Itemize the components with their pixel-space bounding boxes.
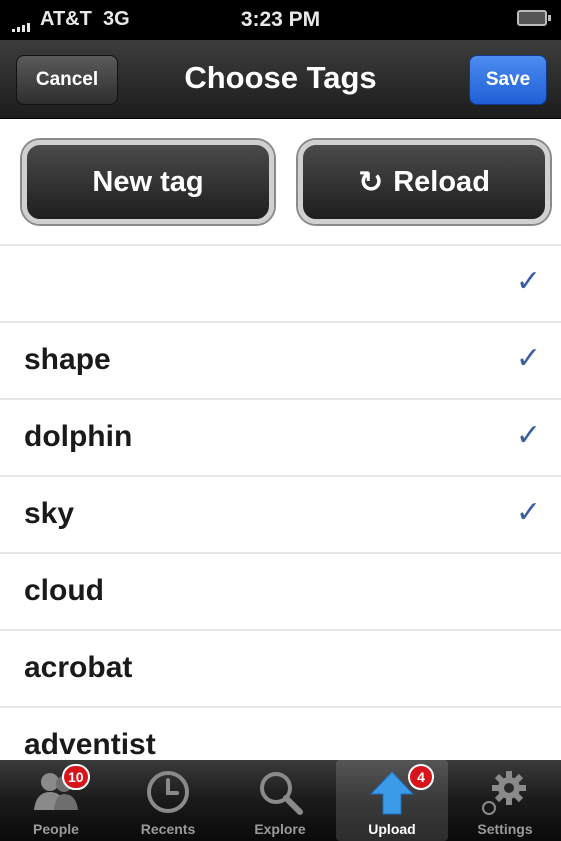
magnifier-icon: [260, 772, 303, 815]
reload-icon: ↻: [358, 165, 384, 199]
tab-label: Recents: [140, 821, 196, 837]
tab-people[interactable]: 10 People: [0, 760, 112, 841]
checkmark-icon: ✓: [515, 265, 541, 298]
tag-row[interactable]: cloud: [0, 552, 561, 629]
tab-label: Explore: [254, 821, 306, 837]
people-badge: 10: [62, 764, 90, 790]
gear-icon: [482, 771, 526, 815]
tab-recents[interactable]: Recents: [112, 760, 224, 841]
tab-settings[interactable]: Settings: [449, 760, 561, 841]
tag-label: acrobat: [24, 651, 133, 684]
tag-label: shape: [24, 343, 111, 376]
reload-button[interactable]: ↻ Reload: [298, 140, 550, 224]
tag-row[interactable]: sky ✓: [0, 475, 561, 552]
checkmark-icon: ✓: [515, 419, 541, 452]
tag-label: cloud: [24, 574, 104, 607]
tag-row[interactable]: dolphin ✓: [0, 398, 561, 475]
tag-row[interactable]: acrobat: [0, 629, 561, 706]
tag-row[interactable]: shape ✓: [0, 321, 561, 398]
status-time: 3:23 PM: [240, 8, 321, 31]
battery-icon: [517, 10, 551, 26]
checkmark-icon: ✓: [515, 496, 541, 529]
reload-label: Reload: [393, 165, 490, 198]
clock-icon: [147, 771, 189, 813]
tag-label: dolphin: [24, 420, 133, 453]
new-tag-label: New tag: [92, 165, 204, 198]
save-button[interactable]: Save: [469, 55, 547, 105]
tag-row[interactable]: ✓: [0, 244, 561, 321]
upload-badge: 4: [408, 764, 434, 790]
checkmark-icon: ✓: [515, 342, 541, 375]
tab-bar: 10 People Recents Explore 4 Upload Setti…: [0, 760, 561, 841]
new-tag-button[interactable]: New tag: [22, 140, 274, 224]
tags-list: ✓ shape ✓ dolphin ✓ sky ✓ cloud acrobat …: [0, 244, 561, 783]
tab-explore[interactable]: Explore: [224, 760, 336, 841]
status-bar: AT&T 3G 3:23 PM: [0, 0, 561, 40]
tag-label: adventist: [24, 728, 156, 761]
navigation-bar: Cancel Choose Tags Save: [0, 40, 561, 119]
tab-label: Settings: [477, 821, 533, 837]
tab-label: People: [33, 821, 79, 837]
tab-upload[interactable]: 4 Upload: [336, 760, 448, 841]
tab-label: Upload: [368, 821, 416, 837]
tag-label: sky: [24, 497, 75, 530]
